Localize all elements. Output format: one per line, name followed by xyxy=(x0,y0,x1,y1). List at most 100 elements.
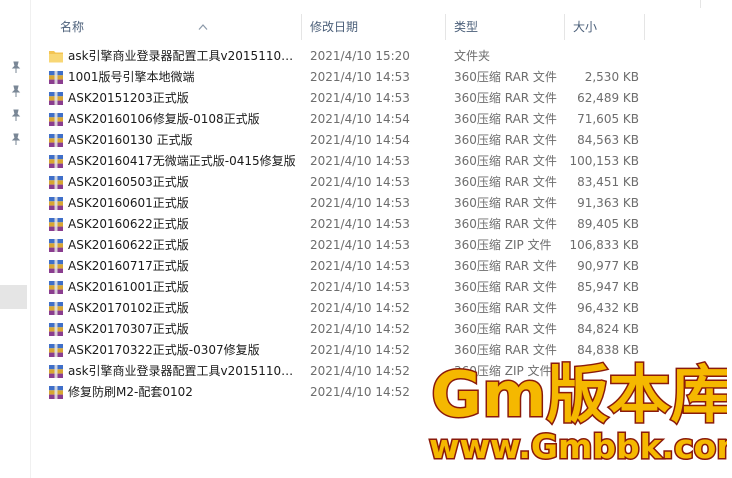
scrollbar-thumb[interactable] xyxy=(0,285,27,309)
rar-archive-icon xyxy=(48,322,64,337)
watermark-title: Gm版本库 xyxy=(431,358,727,426)
file-row[interactable]: ASK20160417无微端正式版-0415修复版 2021/4/10 14:53… xyxy=(30,151,732,172)
file-name: ASK20170102正式版 xyxy=(68,301,189,315)
file-modified-date: 2021/4/10 14:53 xyxy=(310,217,410,231)
file-size: 91,363 KB xyxy=(577,196,639,210)
pin-icon[interactable] xyxy=(11,85,21,97)
zip-archive-icon xyxy=(48,364,64,379)
file-name: ASK20160622正式版 xyxy=(68,238,189,252)
rar-archive-icon xyxy=(48,112,64,127)
column-header-name[interactable]: 名称 xyxy=(40,14,302,40)
file-size: 90,977 KB xyxy=(577,259,639,273)
file-size: 96,432 KB xyxy=(577,301,639,315)
file-size: 84,824 KB xyxy=(577,322,639,336)
file-modified-date: 2021/4/10 14:53 xyxy=(310,196,410,210)
column-header-date[interactable]: 修改日期 xyxy=(302,14,446,40)
file-size xyxy=(565,46,639,67)
file-name: 1001版号引擎本地微端 xyxy=(68,70,195,84)
file-row[interactable]: ASK20160106修复版-0108正式版 2021/4/10 14:54 360… xyxy=(30,109,732,130)
file-row[interactable]: ASK20170102正式版 2021/4/10 14:52 360压缩 RAR 文… xyxy=(30,298,732,319)
rar-archive-icon xyxy=(48,385,64,400)
pin-icon[interactable] xyxy=(11,133,21,145)
file-size: 2,530 KB xyxy=(584,70,639,84)
file-row[interactable]: ASK20160601正式版 2021/4/10 14:53 360压缩 RAR 文… xyxy=(30,193,732,214)
file-modified-date: 2021/4/10 14:52 xyxy=(310,385,410,399)
file-size: 100,153 KB xyxy=(569,154,639,168)
file-type: 360压缩 RAR 文件 xyxy=(454,175,557,189)
divider xyxy=(700,0,701,8)
file-modified-date: 2021/4/10 14:54 xyxy=(310,112,410,126)
file-type: 360压缩 RAR 文件 xyxy=(454,322,557,336)
file-modified-date: 2021/4/10 14:52 xyxy=(310,364,410,378)
file-row[interactable]: ASK20161001正式版 2021/4/10 14:53 360压缩 RAR 文… xyxy=(30,277,732,298)
rar-archive-icon xyxy=(48,196,64,211)
file-type: 360压缩 RAR 文件 xyxy=(454,154,557,168)
file-name: ASK20160717正式版 xyxy=(68,259,189,273)
rar-archive-icon xyxy=(48,91,64,106)
file-modified-date: 2021/4/10 14:53 xyxy=(310,91,410,105)
file-name: ASK20160417无微端正式版-0415修复版 xyxy=(68,154,296,168)
file-row[interactable]: ASK20151203正式版 2021/4/10 14:53 360压缩 RAR 文… xyxy=(30,88,732,109)
file-name: ASK20161001正式版 xyxy=(68,280,189,294)
folder-icon xyxy=(48,49,64,64)
file-name: ASK20170307正式版 xyxy=(68,322,189,336)
file-modified-date: 2021/4/10 14:52 xyxy=(310,301,410,315)
file-name: ASK20160622正式版 xyxy=(68,217,189,231)
file-type: 360压缩 RAR 文件 xyxy=(454,70,557,84)
file-row[interactable]: ASK20170307正式版 2021/4/10 14:52 360压缩 RAR 文… xyxy=(30,319,732,340)
file-modified-date: 2021/4/10 14:53 xyxy=(310,259,410,273)
watermark-url: www.Gmbbk.com xyxy=(429,427,727,466)
rar-archive-icon xyxy=(48,217,64,232)
file-type: 360压缩 RAR 文件 xyxy=(454,217,557,231)
file-row[interactable]: ASK20160622正式版 2021/4/10 14:53 360压缩 ZIP 文… xyxy=(30,235,732,256)
file-modified-date: 2021/4/10 14:53 xyxy=(310,175,410,189)
file-type: 360压缩 RAR 文件 xyxy=(454,280,557,294)
file-name: 修复防刷M2-配套0102 xyxy=(68,385,193,399)
file-name: ask引擎商业登录器配置工具v20151103... xyxy=(68,364,296,378)
file-modified-date: 2021/4/10 14:53 xyxy=(310,70,410,84)
rar-archive-icon xyxy=(48,259,64,274)
file-list: ask引擎商业登录器配置工具v20151103... 2021/4/10 15:2… xyxy=(30,46,732,403)
zip-archive-icon xyxy=(48,238,64,253)
file-modified-date: 2021/4/10 14:53 xyxy=(310,280,410,294)
file-name: ASK20160106修复版-0108正式版 xyxy=(68,112,260,126)
file-name: ask引擎商业登录器配置工具v20151103... xyxy=(68,49,296,63)
rar-archive-icon xyxy=(48,301,64,316)
file-size: 89,405 KB xyxy=(577,217,639,231)
rar-archive-icon xyxy=(48,70,64,85)
file-row[interactable]: ask引擎商业登录器配置工具v20151103... 2021/4/10 15:2… xyxy=(30,46,732,67)
watermark-url-logo: www.Gmbbk.com xyxy=(428,426,728,468)
file-row[interactable]: ASK20160622正式版 2021/4/10 14:53 360压缩 RAR 文… xyxy=(30,214,732,235)
file-size: 71,605 KB xyxy=(577,112,639,126)
rar-archive-icon xyxy=(48,343,64,358)
file-row[interactable]: ASK20160130 正式版 2021/4/10 14:54 360压缩 RAR … xyxy=(30,130,732,151)
file-row[interactable]: 1001版号引擎本地微端 2021/4/10 14:53 360压缩 RAR 文件 2… xyxy=(30,67,732,88)
column-header-type[interactable]: 类型 xyxy=(446,14,565,40)
file-name: ASK20160601正式版 xyxy=(68,196,189,210)
file-row[interactable]: ASK20160717正式版 2021/4/10 14:53 360压缩 RAR 文… xyxy=(30,256,732,277)
file-name: ASK20170322正式版-0307修复版 xyxy=(68,343,260,357)
file-size: 85,947 KB xyxy=(577,280,639,294)
pin-icon[interactable] xyxy=(11,61,21,73)
file-modified-date: 2021/4/10 14:53 xyxy=(310,238,410,252)
file-type: 360压缩 ZIP 文件 xyxy=(454,238,552,252)
file-type: 360压缩 RAR 文件 xyxy=(454,196,557,210)
pin-icon[interactable] xyxy=(11,109,21,121)
watermark-logo: Gm版本库 xyxy=(430,357,728,427)
file-size: 106,833 KB xyxy=(569,238,639,252)
file-row[interactable]: ASK20160503正式版 2021/4/10 14:53 360压缩 RAR 文… xyxy=(30,172,732,193)
rar-archive-icon xyxy=(48,133,64,148)
file-type: 360压缩 RAR 文件 xyxy=(454,133,557,147)
file-type: 360压缩 RAR 文件 xyxy=(454,91,557,105)
rar-archive-icon xyxy=(48,175,64,190)
file-modified-date: 2021/4/10 14:52 xyxy=(310,343,410,357)
file-modified-date: 2021/4/10 14:53 xyxy=(310,154,410,168)
file-type: 360压缩 RAR 文件 xyxy=(454,259,557,273)
file-modified-date: 2021/4/10 15:20 xyxy=(310,49,410,63)
file-type: 360压缩 RAR 文件 xyxy=(454,301,557,315)
rar-archive-icon xyxy=(48,280,64,295)
column-header-row: 名称 修改日期 类型 大小 xyxy=(30,14,732,40)
column-header-size[interactable]: 大小 xyxy=(565,14,645,40)
file-size: 62,489 KB xyxy=(577,91,639,105)
file-size: 84,563 KB xyxy=(577,133,639,147)
